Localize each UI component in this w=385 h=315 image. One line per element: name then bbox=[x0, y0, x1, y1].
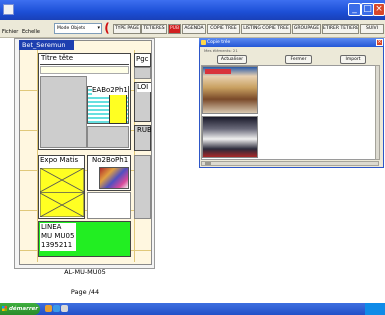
agenda-button[interactable]: AGENDA bbox=[182, 24, 206, 34]
listing-copie-tree-button[interactable]: LISTING COPIE TREE bbox=[241, 24, 291, 34]
lo-label: LOI bbox=[137, 83, 151, 92]
suivi-button[interactable]: SUIVI bbox=[360, 24, 384, 34]
title-label: Titre tête bbox=[41, 54, 74, 62]
menu-echelle[interactable]: Echelle bbox=[22, 29, 40, 35]
quick-launch-icon[interactable] bbox=[53, 305, 60, 312]
close-button[interactable]: × bbox=[373, 3, 385, 16]
parentheses-icon[interactable]: ( ) bbox=[102, 20, 112, 51]
dialog-close-icon[interactable]: × bbox=[376, 39, 383, 46]
dialog-info: Mes éléments: 21 bbox=[204, 48, 238, 53]
close-dialog-button[interactable]: Fermer bbox=[285, 55, 312, 64]
etirer-tetiere-button[interactable]: ETIRER TETIERE bbox=[322, 24, 359, 34]
chevron-down-icon: ▾ bbox=[97, 25, 100, 31]
quick-launch-icon[interactable] bbox=[61, 305, 68, 312]
type-page-button[interactable]: TYPE PAGE bbox=[113, 24, 141, 34]
import-button[interactable]: Import bbox=[340, 55, 366, 64]
photo-thumbnail bbox=[99, 167, 129, 189]
text-column-placeholder bbox=[40, 76, 87, 148]
page-header: Bet_Seremun bbox=[19, 40, 74, 50]
linea-label-1: LINEA bbox=[41, 223, 62, 231]
linea-label-2: MU MU05 bbox=[41, 232, 75, 240]
page-number: Page /44 bbox=[70, 288, 100, 296]
dialog-title: Copie trée bbox=[199, 38, 384, 47]
dialog-icon bbox=[201, 40, 206, 45]
mode-select[interactable]: Mode Objets ▾ bbox=[54, 23, 102, 34]
photo-banner bbox=[205, 69, 231, 74]
horizontal-scrollbar[interactable] bbox=[201, 161, 379, 166]
rub-label: RUB bbox=[137, 126, 151, 134]
text-column-placeholder bbox=[134, 155, 151, 219]
text-block-placeholder bbox=[134, 67, 151, 79]
divider bbox=[40, 64, 129, 65]
page-reference: AL-MU-MU05 bbox=[64, 268, 106, 276]
refresh-button[interactable]: Actualiser bbox=[217, 55, 247, 64]
menu-fichier[interactable]: Fichier bbox=[2, 29, 18, 35]
groupage-button[interactable]: GROUPAGE bbox=[292, 24, 321, 34]
photo1-label: EABo2Ph1 bbox=[92, 86, 128, 95]
photo-thumbnail[interactable] bbox=[202, 116, 258, 158]
photo-highlight bbox=[109, 94, 127, 124]
photo2-label: No2BoPh1 bbox=[92, 156, 129, 164]
app-icon bbox=[3, 4, 14, 15]
text-block-placeholder bbox=[87, 192, 131, 219]
vertical-scrollbar[interactable] bbox=[375, 65, 380, 160]
system-tray bbox=[365, 303, 385, 315]
linea-label-3: 1395211 bbox=[41, 241, 73, 249]
subtitle-placeholder bbox=[40, 66, 129, 74]
text-block-placeholder bbox=[87, 126, 129, 148]
copie-tree-button[interactable]: COPIE TREE bbox=[207, 24, 240, 34]
pg-label: Pgc bbox=[136, 55, 149, 63]
app-window: _ □ × Fichier Echelle Mode Objets ▾ ( ) … bbox=[0, 0, 385, 315]
expo-label: Expo Matis bbox=[40, 156, 79, 164]
tetieres-button[interactable]: TETIERES bbox=[141, 24, 167, 34]
mode-select-value: Mode Objets bbox=[57, 26, 86, 31]
quick-launch-icon[interactable] bbox=[45, 305, 52, 312]
pub-button[interactable]: PUB bbox=[168, 24, 181, 34]
image-placeholder-icon bbox=[39, 167, 85, 218]
minimize-button[interactable]: _ bbox=[348, 3, 361, 16]
windows-logo-icon bbox=[2, 306, 7, 311]
title-bar bbox=[0, 0, 385, 20]
scroll-thumb[interactable] bbox=[205, 162, 211, 165]
